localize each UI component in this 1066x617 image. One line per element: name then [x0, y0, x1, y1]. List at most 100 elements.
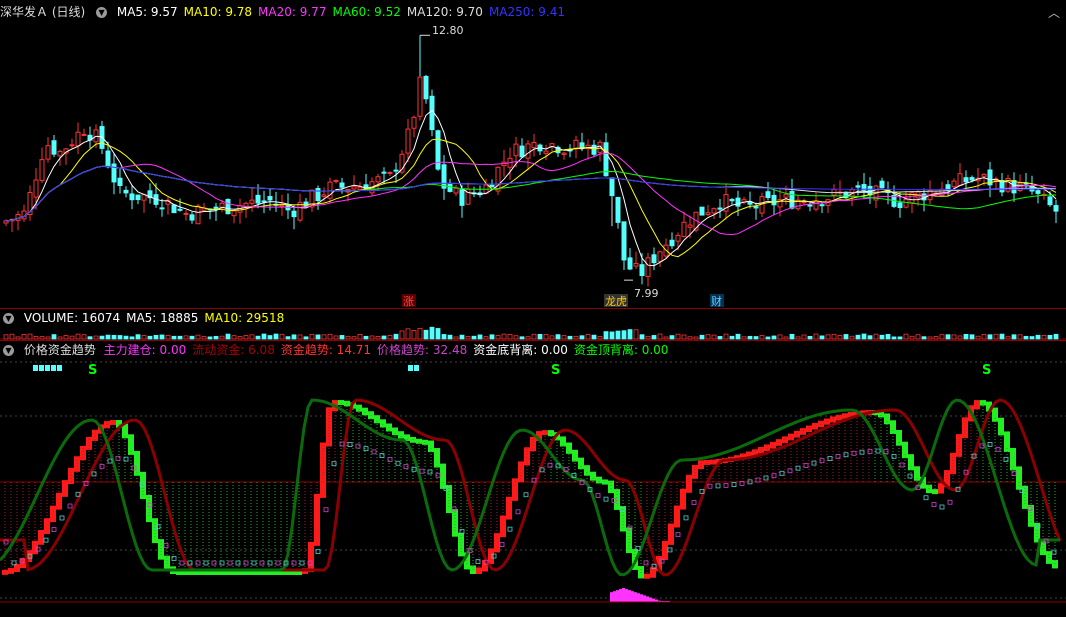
candle-body — [489, 184, 495, 188]
volume-bar — [783, 336, 789, 340]
trend-block — [806, 425, 812, 433]
volume-bar — [99, 335, 105, 340]
volume-bar — [999, 333, 1005, 340]
volume-bar — [903, 333, 909, 340]
volume-bar — [159, 334, 165, 340]
trend-block — [662, 540, 668, 560]
signal-marker — [33, 365, 38, 371]
volume-chart — [0, 326, 1066, 340]
volume-bar — [873, 333, 879, 340]
trend-block — [974, 400, 980, 410]
volume-bar — [1017, 334, 1023, 340]
volume-bar — [789, 333, 795, 340]
price-trend-dot — [499, 542, 505, 547]
signal-marker — [408, 365, 413, 371]
volume-bar — [501, 333, 507, 340]
volume-bar — [831, 333, 837, 340]
volume-bar — [3, 334, 9, 340]
candle-body — [447, 183, 453, 192]
trend-block — [356, 404, 362, 412]
volume-bar — [633, 329, 639, 340]
volume-bar — [609, 331, 615, 340]
trend-block — [644, 573, 650, 579]
volume-bar — [1023, 335, 1029, 340]
volume-bar — [219, 335, 225, 340]
volume-bar — [567, 335, 573, 340]
trend-block — [590, 471, 596, 481]
volume-bar — [759, 335, 765, 340]
volume-bar — [729, 335, 735, 340]
candle-body — [255, 194, 261, 204]
volume-bar — [753, 336, 759, 340]
trend-block — [452, 509, 458, 537]
trend-block — [506, 496, 512, 520]
volume-bar — [51, 334, 57, 340]
volume-bar — [105, 334, 111, 340]
volume-bar — [441, 334, 447, 340]
trend-block — [8, 568, 14, 574]
volume-bar — [801, 334, 807, 340]
candle-body — [261, 200, 267, 203]
candle-body — [1047, 196, 1053, 206]
candle-body — [951, 180, 957, 188]
volume-bar — [135, 334, 141, 340]
candle-body — [609, 177, 615, 197]
candle-body — [525, 143, 531, 159]
candle-body — [213, 206, 219, 210]
trend-block — [524, 447, 530, 466]
trend-block — [560, 436, 566, 447]
trend-block — [62, 480, 68, 497]
volume-bar — [201, 336, 207, 340]
candle-body — [753, 206, 759, 209]
trend-block — [1052, 559, 1058, 569]
volume-bar — [87, 336, 93, 340]
volume-bar — [777, 334, 783, 340]
volume-bar — [987, 334, 993, 340]
candle-body — [807, 204, 813, 207]
volume-bar — [927, 336, 933, 340]
volume-bar — [21, 334, 27, 340]
volume-bar — [513, 335, 519, 340]
volume-bar — [477, 334, 483, 340]
volume-bar — [1011, 334, 1017, 340]
candle-body — [579, 142, 585, 149]
candle-body — [81, 133, 87, 136]
volume-bar — [675, 333, 681, 340]
candle-body — [189, 214, 195, 221]
candle-body — [393, 169, 399, 172]
trend-block — [398, 431, 404, 439]
trend-block — [320, 442, 326, 498]
accumulation-bar — [616, 590, 619, 602]
trend-block — [44, 518, 50, 535]
candle-body — [1053, 205, 1059, 212]
volume-bar — [183, 335, 189, 340]
volume-bar — [225, 333, 231, 340]
trend-block — [908, 454, 914, 471]
volume-bar — [519, 336, 525, 340]
candle-body — [783, 193, 789, 198]
candle-body — [681, 221, 687, 237]
candle-body — [105, 150, 111, 168]
volume-bar — [921, 336, 927, 340]
volume-bar — [381, 335, 387, 340]
volume-bar — [981, 334, 987, 340]
trend-block — [500, 515, 506, 538]
volume-bar — [603, 331, 609, 340]
price-trend-dot — [179, 560, 185, 566]
price-trend-dot — [603, 496, 609, 502]
price-trend-dot — [347, 442, 353, 447]
volume-bar — [663, 336, 669, 340]
signal-marker — [51, 365, 56, 371]
trend-block — [50, 505, 56, 523]
candle-body — [129, 193, 135, 201]
volume-bar — [735, 333, 741, 340]
price-trend-dot — [731, 482, 737, 487]
candle-body — [33, 179, 39, 198]
volume-bar — [579, 335, 585, 340]
volume-bar — [261, 333, 267, 340]
volume-bar — [315, 334, 321, 340]
candle-body — [705, 212, 711, 215]
candle-body — [513, 143, 519, 157]
volume-bar — [651, 335, 657, 340]
volume-bar — [843, 334, 849, 340]
